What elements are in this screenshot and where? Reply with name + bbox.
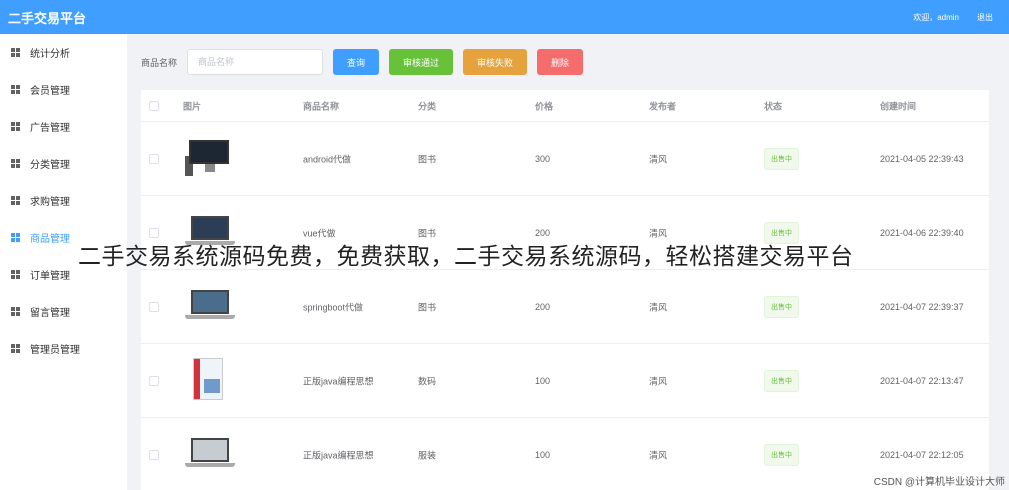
table-header: 图片 商品名称 分类 价格 发布者 状态 创建时间 [141,90,989,122]
grid-icon [11,344,20,353]
column-header: 图片 [183,101,202,111]
column-header: 商品名称 [303,101,340,111]
row-checkbox[interactable] [149,301,159,312]
grid-icon [11,85,20,94]
query-button[interactable]: 查询 [333,49,380,75]
product-publisher: 清风 [649,376,668,386]
product-price: 300 [535,153,551,164]
product-thumbnail [183,134,239,184]
product-thumbnail [183,356,239,406]
product-category: 数码 [418,376,437,386]
toolbar: 商品名称 查询 审核通过 审核失败 删除 [141,49,593,75]
sidebar-item-label: 会员管理 [30,86,70,97]
sidebar-item-stats[interactable]: 统计分析 [0,34,127,71]
row-checkbox[interactable] [149,449,159,460]
row-checkbox[interactable] [149,227,159,238]
status-badge: 出售中 [764,369,799,392]
search-label: 商品名称 [141,57,178,68]
row-checkbox[interactable] [149,153,159,164]
product-thumbnail [183,430,239,480]
table-row[interactable]: 正版java编程思想 数码 100 清风 出售中 2021-04-07 22:1… [141,344,989,418]
status-badge: 出售中 [764,443,799,466]
search-input[interactable] [187,49,323,75]
created-time: 2021-04-07 22:39:37 [880,301,964,312]
header-user-area: 欢迎，admin 退出 [913,12,993,23]
select-all-checkbox[interactable] [149,100,159,111]
product-name: 正版java编程思想 [303,450,374,460]
reject-button[interactable]: 审核失败 [463,49,528,75]
grid-icon [11,48,20,57]
product-price: 200 [535,301,551,312]
overlay-caption: 二手交易系统源码免费，免费获取，二手交易系统源码，轻松搭建交易平台 [78,244,854,270]
approve-button[interactable]: 审核通过 [389,49,454,75]
product-publisher: 清风 [649,302,668,312]
welcome-text: 欢迎，admin [913,12,959,22]
created-time: 2021-04-07 22:12:05 [880,449,964,460]
product-category: 图书 [418,302,437,312]
status-badge: 出售中 [764,147,799,170]
grid-icon [11,122,20,131]
grid-icon [11,233,20,242]
top-header: 二手交易平台 欢迎，admin 退出 [0,0,1009,34]
sidebar-item-label: 统计分析 [30,49,70,60]
sidebar-item-label: 管理员管理 [30,345,80,356]
sidebar-item-admins[interactable]: 管理员管理 [0,330,127,367]
grid-icon [11,307,20,316]
sidebar-item-label: 求购管理 [30,197,70,208]
sidebar-item-label: 分类管理 [30,160,70,171]
grid-icon [11,270,20,279]
table-row[interactable]: android代做 图书 300 清风 出售中 2021-04-05 22:39… [141,122,989,196]
column-header: 价格 [535,101,554,111]
sidebar-item-categories[interactable]: 分类管理 [0,145,127,182]
grid-icon [11,159,20,168]
app-title: 二手交易平台 [8,10,87,26]
product-price: 200 [535,227,551,238]
sidebar-item-label: 商品管理 [30,234,70,245]
row-checkbox[interactable] [149,375,159,386]
product-category: 服装 [418,450,437,460]
logout-link[interactable]: 退出 [977,12,993,23]
product-table: 图片 商品名称 分类 价格 发布者 状态 创建时间 android代做 图书 3… [141,90,989,490]
column-header: 分类 [418,101,437,111]
product-name: springboot代做 [303,302,364,312]
delete-button[interactable]: 删除 [537,49,584,75]
product-name: android代做 [303,154,352,164]
sidebar-item-label: 广告管理 [30,123,70,134]
created-time: 2021-04-07 22:13:47 [880,375,964,386]
product-thumbnail [183,282,239,332]
column-header: 发布者 [649,101,677,111]
grid-icon [11,196,20,205]
table-row[interactable]: springboot代做 图书 200 清风 出售中 2021-04-07 22… [141,270,989,344]
product-price: 100 [535,375,551,386]
column-header: 创建时间 [880,101,917,111]
csdn-watermark: CSDN @计算机毕业设计大师 [873,477,1005,488]
sidebar-item-label: 留言管理 [30,308,70,319]
product-category: 图书 [418,154,437,164]
product-price: 100 [535,449,551,460]
product-name: 正版java编程思想 [303,376,374,386]
created-time: 2021-04-06 22:39:40 [880,227,964,238]
sidebar-item-ads[interactable]: 广告管理 [0,108,127,145]
sidebar-item-messages[interactable]: 留言管理 [0,293,127,330]
product-publisher: 清风 [649,154,668,164]
created-time: 2021-04-05 22:39:43 [880,153,964,164]
status-badge: 出售中 [764,295,799,318]
sidebar-item-members[interactable]: 会员管理 [0,71,127,108]
column-header: 状态 [764,101,783,111]
sidebar-item-wanted[interactable]: 求购管理 [0,182,127,219]
sidebar-item-label: 订单管理 [30,271,70,282]
table-row[interactable]: 正版java编程思想 服装 100 清风 出售中 2021-04-07 22:1… [141,418,989,490]
product-publisher: 清风 [649,450,668,460]
